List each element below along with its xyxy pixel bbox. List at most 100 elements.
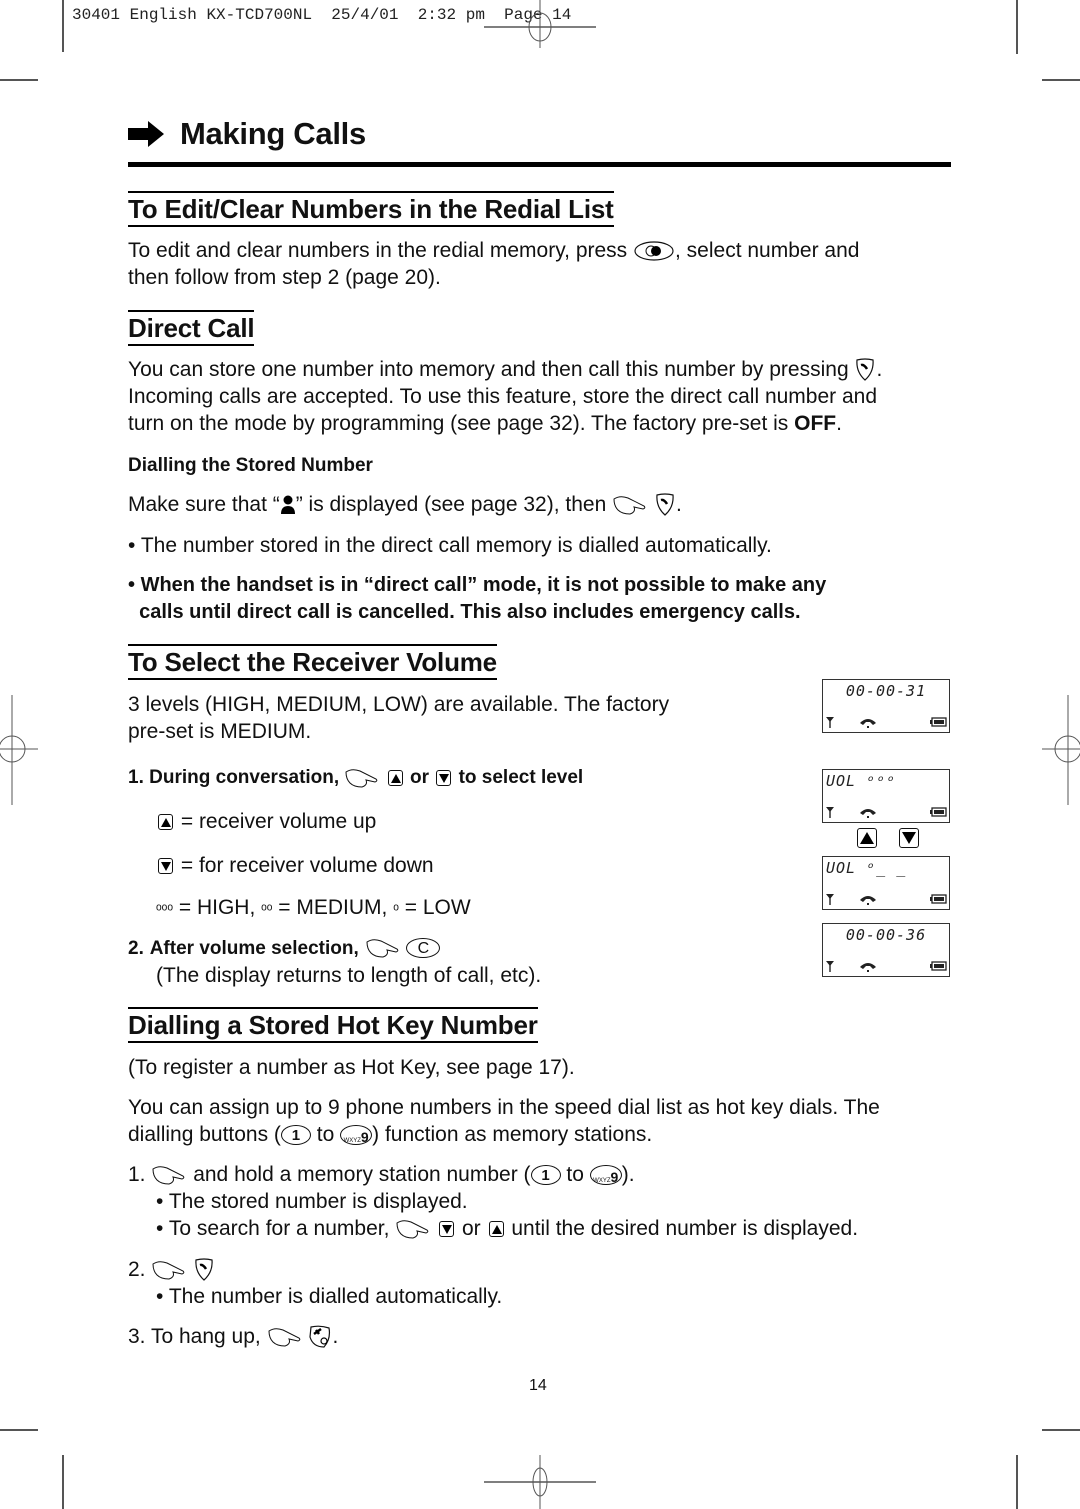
- crop-mark: [1042, 1429, 1080, 1431]
- heading-hot-key: Dialling a Stored Hot Key Number: [128, 1007, 538, 1043]
- down-key-icon: [158, 858, 173, 875]
- crop-mark: [62, 1455, 64, 1509]
- lcd-status-icons: [826, 807, 947, 818]
- battery-icon: [930, 961, 947, 971]
- volume-down-description: = for receiver volume down: [156, 852, 434, 879]
- hot-key-step-2: 2. • The number is dialled automatically…: [128, 1258, 503, 1308]
- volume-step-2-note: (The display returns to length of call, …: [156, 964, 542, 987]
- edit-clear-text: To edit and clear numbers in the redial …: [128, 239, 860, 289]
- slug-time: 2:32 pm: [417, 6, 485, 24]
- talk-button-icon: [656, 493, 674, 517]
- up-key-icon: [387, 769, 403, 786]
- subheading-dialling-stored-number: Dialling the Stored Number: [128, 455, 373, 476]
- hot-key-step-1: 1. and hold a memory station number (1 t…: [128, 1163, 859, 1240]
- clear-key-icon: C: [406, 938, 441, 959]
- handset-icon: [860, 963, 876, 972]
- direct-call-text: You can store one number into memory and…: [128, 358, 883, 435]
- page-title-row: Making Calls: [128, 112, 366, 156]
- lcd-arrow-keys: [855, 828, 921, 848]
- press-hand-icon: [366, 939, 398, 958]
- press-hand-icon: [152, 1261, 185, 1280]
- page-title: Making Calls: [180, 116, 366, 151]
- down-key-icon: [436, 769, 452, 786]
- registration-mark-top: [484, 0, 596, 48]
- level-high-symbol: ᵒᵒᵒ: [156, 901, 173, 918]
- direct-call-person-icon: [280, 495, 295, 515]
- handset-icon: [860, 896, 876, 905]
- lcd-display-volume-high: UOL ᵒᵒᵒ: [822, 769, 950, 823]
- crop-mark: [62, 0, 64, 52]
- lcd-display-call-timer-1: 00-00-31: [822, 679, 950, 733]
- direct-call-bullet: • The number stored in the direct call m…: [128, 534, 772, 557]
- press-hand-icon: [268, 1328, 300, 1347]
- volume-step-1: 1. During conversation, or to select lev…: [128, 767, 584, 788]
- heading-edit-clear: To Edit/Clear Numbers in the Redial List: [128, 191, 614, 227]
- up-key-icon: [857, 828, 877, 848]
- crop-mark: [0, 1429, 38, 1431]
- page-number: 14: [529, 1377, 547, 1394]
- lcd-status-icons: [826, 894, 947, 905]
- handset-icon: [860, 809, 876, 818]
- crop-mark: [1016, 1455, 1018, 1509]
- lcd-text: UOL ᵒ_ _: [826, 859, 907, 877]
- talk-button-icon: [856, 358, 875, 382]
- antenna-icon: [826, 807, 834, 818]
- lcd-display-volume-low: UOL ᵒ_ _: [822, 856, 950, 910]
- slug-job: 30401: [72, 6, 121, 24]
- registration-mark-bottom: [484, 1455, 596, 1509]
- crop-mark: [0, 79, 38, 81]
- lcd-display-call-timer-2: 00-00-36: [822, 923, 950, 977]
- press-hand-icon: [613, 496, 646, 515]
- battery-icon: [930, 807, 947, 817]
- redial-button-icon: [634, 241, 674, 262]
- arrow-right-icon: [128, 121, 164, 147]
- talk-button-icon: [195, 1258, 213, 1282]
- press-hand-icon: [345, 769, 378, 788]
- press-hand-icon: [152, 1166, 185, 1185]
- key-1-icon: 1: [530, 1165, 561, 1186]
- heading-receiver-volume: To Select the Receiver Volume: [128, 644, 497, 680]
- press-hand-icon: [396, 1220, 429, 1239]
- title-rule: [128, 162, 951, 167]
- antenna-icon: [826, 717, 834, 728]
- antenna-icon: [826, 961, 834, 972]
- edit-clear-line2: then follow from step 2 (page 20).: [128, 266, 441, 289]
- level-low-symbol: ᵒ: [393, 901, 399, 918]
- battery-icon: [930, 717, 947, 727]
- factory-preset-value: OFF: [794, 412, 837, 435]
- registration-mark-left: [0, 695, 38, 805]
- handset-icon: [860, 719, 876, 728]
- up-key-icon: [488, 1221, 504, 1238]
- antenna-icon: [826, 894, 834, 905]
- volume-step-2: 2. After volume selection, C (The displa…: [128, 938, 542, 987]
- slug-model: KX-TCD700NL: [206, 6, 313, 24]
- lcd-text: UOL ᵒᵒᵒ: [826, 772, 897, 790]
- receiver-volume-intro: 3 levels (HIGH, MEDIUM, LOW) are availab…: [128, 693, 670, 743]
- battery-icon: [930, 894, 947, 904]
- volume-levels-legend: ᵒᵒᵒ = HIGH, ᵒᵒ = MEDIUM, ᵒ = LOW: [156, 896, 471, 919]
- edit-clear-line1: To edit and clear numbers in the redial …: [128, 239, 628, 262]
- lcd-text: 00-00-31: [845, 682, 927, 700]
- direct-call-warning: • When the handset is in “direct call” m…: [128, 574, 827, 623]
- volume-up-description: = receiver volume up: [156, 808, 376, 835]
- slug-language: English: [129, 6, 197, 24]
- key-9-icon: WXYZ9: [589, 1165, 622, 1186]
- lcd-status-icons: [826, 717, 947, 728]
- up-key-icon: [158, 814, 173, 831]
- lcd-text: 00-00-36: [845, 926, 927, 944]
- registration-mark-right: [1042, 695, 1080, 805]
- hot-key-intro: You can assign up to 9 phone numbers in …: [128, 1096, 880, 1146]
- hang-up-power-button-icon: [309, 1326, 331, 1349]
- down-key-icon: [439, 1221, 455, 1238]
- down-key-icon: [899, 828, 920, 848]
- heading-direct-call: Direct Call: [128, 310, 255, 346]
- make-sure-text: Make sure that “ ” is displayed (see pag…: [128, 493, 682, 517]
- key-1-icon: 1: [280, 1125, 311, 1146]
- crop-mark: [1016, 0, 1018, 54]
- key-9-icon: WXYZ9: [340, 1125, 373, 1146]
- lcd-status-icons: [826, 961, 947, 972]
- slug-date: 25/4/01: [331, 6, 399, 24]
- hot-key-note: (To register a number as Hot Key, see pa…: [128, 1056, 575, 1079]
- hot-key-step-3: 3. To hang up, .: [128, 1325, 339, 1349]
- level-medium-symbol: ᵒᵒ: [261, 901, 273, 918]
